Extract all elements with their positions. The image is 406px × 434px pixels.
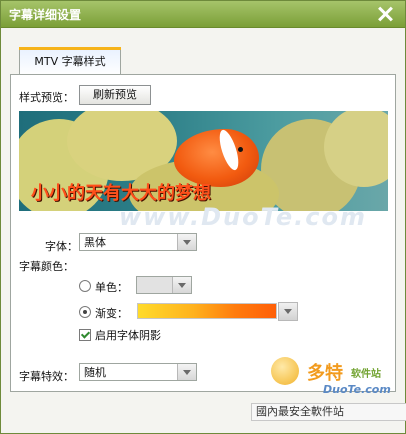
shadow-checkbox[interactable] xyxy=(79,329,91,341)
chevron-down-icon[interactable] xyxy=(278,302,298,321)
title-bar: 字幕详细设置 xyxy=(1,1,405,28)
chevron-down-icon[interactable] xyxy=(177,234,196,250)
close-icon[interactable] xyxy=(375,4,395,24)
brand-logo: 多特 xyxy=(307,363,343,384)
font-label: 字体： xyxy=(45,240,78,253)
footer-bar: 國內最安全軟件站 xyxy=(251,403,406,421)
chevron-down-icon[interactable] xyxy=(177,364,196,380)
window-title: 字幕详细设置 xyxy=(9,8,82,22)
tab-label: MTV 字幕样式 xyxy=(34,55,106,68)
gradient-swatch[interactable] xyxy=(137,303,277,319)
effect-label: 字幕特效： xyxy=(19,370,74,383)
single-color-radio[interactable] xyxy=(79,280,91,292)
dialog-window: 字幕详细设置 MTV 字幕样式 样式预览： 刷新预览 小小的天有大大的梦想 ww… xyxy=(0,0,406,434)
chevron-down-icon[interactable] xyxy=(172,277,191,293)
single-color-label: 单色： xyxy=(95,281,128,294)
gradient-color-radio[interactable] xyxy=(79,306,91,318)
tab-mtv-subtitle-style[interactable]: MTV 字幕样式 xyxy=(19,47,121,75)
mascot-logo xyxy=(271,357,299,385)
watermark-text: www.DuoTe.com xyxy=(119,203,367,231)
preview-caption: 小小的天有大大的梦想 xyxy=(31,183,211,204)
font-value: 黑体 xyxy=(84,236,106,249)
font-select[interactable]: 黑体 xyxy=(79,233,197,251)
effect-value: 随机 xyxy=(84,366,106,379)
subtitle-color-label: 字幕颜色： xyxy=(19,260,74,273)
single-color-select[interactable] xyxy=(136,276,192,294)
refresh-preview-button[interactable]: 刷新预览 xyxy=(79,85,151,105)
preview-image: 小小的天有大大的梦想 xyxy=(19,111,388,211)
effect-select[interactable]: 随机 xyxy=(79,363,197,381)
brand-suffix: 软件站 xyxy=(351,369,381,380)
gradient-color-label: 渐变： xyxy=(95,307,128,320)
fish-eye xyxy=(238,147,243,152)
preview-label: 样式预览： xyxy=(19,91,74,104)
shadow-label: 启用字体阴影 xyxy=(95,329,161,342)
brand-site: DuoTe.com xyxy=(323,383,391,396)
